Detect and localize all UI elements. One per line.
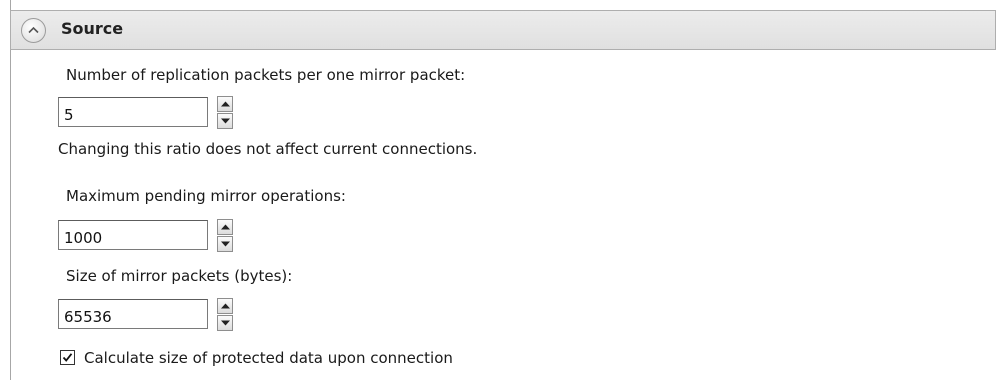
chevron-up-icon[interactable] xyxy=(21,18,46,43)
packet-size-stepper[interactable] xyxy=(217,298,233,332)
replication-ratio-label: Number of replication packets per one mi… xyxy=(66,66,466,84)
arrow-up-icon[interactable] xyxy=(217,219,233,235)
packet-size-input[interactable] xyxy=(58,299,208,329)
max-pending-stepper[interactable] xyxy=(217,219,233,253)
arrow-up-icon[interactable] xyxy=(217,298,233,314)
replication-ratio-note: Changing this ratio does not affect curr… xyxy=(58,140,478,158)
panel-border xyxy=(10,0,11,380)
calculate-size-checkbox[interactable] xyxy=(60,350,75,365)
replication-ratio-stepper[interactable] xyxy=(217,96,233,130)
source-settings-panel: Source Number of replication packets per… xyxy=(0,0,1004,380)
arrow-down-icon[interactable] xyxy=(217,236,233,252)
arrow-up-icon[interactable] xyxy=(217,96,233,112)
section-title: Source xyxy=(61,19,124,38)
max-pending-input[interactable] xyxy=(58,220,208,250)
replication-ratio-input[interactable] xyxy=(58,97,208,127)
section-header[interactable]: Source xyxy=(10,10,996,50)
arrow-down-icon[interactable] xyxy=(217,113,233,129)
calculate-size-label[interactable]: Calculate size of protected data upon co… xyxy=(84,349,453,367)
checkmark-icon xyxy=(62,353,73,362)
arrow-down-icon[interactable] xyxy=(217,315,233,331)
packet-size-label: Size of mirror packets (bytes): xyxy=(66,267,293,285)
max-pending-label: Maximum pending mirror operations: xyxy=(66,187,346,205)
